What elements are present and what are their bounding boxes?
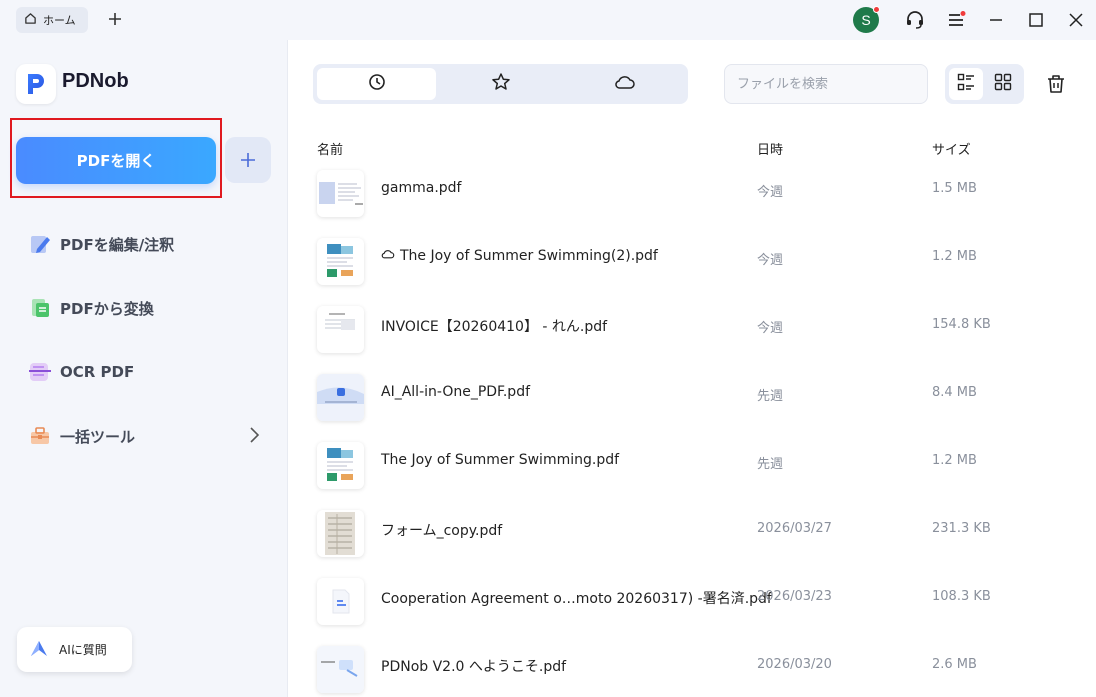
convert-pdf-icon — [28, 296, 52, 320]
file-date: 先週 — [757, 457, 784, 472]
close-icon[interactable] — [1066, 10, 1086, 30]
file-name: The Joy of Summer Swimming.pdf — [381, 452, 620, 468]
toolbox-icon — [28, 424, 52, 448]
sidebar-item-edit[interactable]: PDFを編集/注釈 — [28, 228, 268, 260]
new-tab-button[interactable] — [104, 8, 126, 30]
file-thumbnail — [317, 442, 364, 489]
file-size: 1.5 MB — [932, 181, 977, 196]
file-thumbnail — [317, 510, 364, 557]
file-row[interactable]: The Joy of Summer Swimming(2).pdf 今週 1.2… — [300, 234, 1090, 302]
column-header-date[interactable]: 日時 — [757, 139, 783, 158]
star-icon — [491, 72, 511, 96]
home-icon — [24, 12, 37, 28]
file-date: 今週 — [757, 185, 784, 200]
trash-icon[interactable] — [1044, 72, 1068, 96]
file-name: gamma.pdf — [381, 180, 462, 196]
notification-dot — [873, 6, 880, 13]
support-headset-icon[interactable] — [905, 10, 925, 30]
file-date: 先週 — [757, 389, 784, 404]
file-row[interactable]: gamma.pdf 今週 1.5 MB — [300, 166, 1090, 234]
edit-pdf-icon — [28, 232, 52, 256]
grid-view-button[interactable] — [986, 68, 1020, 100]
sidebar-item-label: OCR PDF — [60, 363, 135, 381]
home-tab-label: ホーム — [43, 14, 76, 27]
cloud-icon — [381, 248, 395, 264]
file-thumbnail — [317, 306, 364, 353]
file-source-tabs — [313, 64, 688, 104]
ask-ai-label: AIに質問 — [59, 643, 107, 657]
file-date: 今週 — [757, 321, 784, 336]
tab-recent[interactable] — [317, 68, 436, 100]
tab-cloud[interactable] — [565, 68, 684, 100]
menu-icon[interactable] — [946, 10, 966, 30]
sidebar-item-convert[interactable]: PDFから変換 — [28, 292, 268, 324]
file-name: Cooperation Agreement o…moto 20260317) -… — [381, 591, 772, 607]
file-thumbnail — [317, 238, 364, 285]
file-size: 1.2 MB — [932, 453, 977, 468]
cloud-icon — [614, 73, 636, 95]
file-size: 1.2 MB — [932, 249, 977, 264]
sidebar-item-label: PDFから変換 — [60, 299, 154, 318]
ask-ai-button[interactable]: AIに質問 — [17, 627, 132, 672]
sidebar-item-batch[interactable]: 一括ツール — [28, 420, 268, 452]
file-thumbnail — [317, 578, 364, 625]
clock-icon — [368, 73, 386, 95]
tab-starred[interactable] — [441, 68, 560, 100]
list-view-button[interactable] — [949, 68, 983, 100]
column-header-name[interactable]: 名前 — [317, 139, 343, 158]
view-toggle — [945, 64, 1024, 104]
file-row[interactable]: PDNob V2.0 へようこそ.pdf 2026/03/20 2.6 MB — [300, 642, 1090, 697]
brand-name: PDNob — [62, 70, 129, 92]
chevron-right-icon — [248, 426, 260, 448]
sidebar-item-ocr[interactable]: OCR PDF — [28, 356, 268, 388]
file-date: 2026/03/27 — [757, 521, 832, 536]
maximize-icon[interactable] — [1026, 10, 1046, 30]
search-input[interactable] — [724, 64, 928, 104]
file-size: 231.3 KB — [932, 521, 991, 536]
ocr-icon — [28, 360, 52, 384]
list-view-icon — [957, 73, 975, 95]
file-name: The Joy of Summer Swimming(2).pdf — [381, 248, 658, 264]
file-name: PDNob V2.0 へようこそ.pdf — [381, 659, 567, 675]
sidebar-item-label: 一括ツール — [60, 427, 136, 446]
pdnob-logo — [16, 64, 56, 104]
file-size: 108.3 KB — [932, 589, 991, 604]
open-pdf-button[interactable]: PDFを開く — [16, 137, 216, 184]
column-header-size[interactable]: サイズ — [932, 139, 971, 158]
file-thumbnail — [317, 646, 364, 693]
file-name: AI_All-in-One_PDF.pdf — [381, 384, 531, 400]
add-button[interactable] — [225, 137, 271, 183]
file-date: 今週 — [757, 253, 784, 268]
tab-home[interactable]: ホーム — [16, 7, 88, 33]
file-thumbnail — [317, 170, 364, 217]
minimize-icon[interactable] — [986, 10, 1006, 30]
file-date: 2026/03/20 — [757, 657, 832, 672]
title-bar: ホーム S — [0, 0, 1096, 40]
file-name: フォーム_copy.pdf — [381, 523, 503, 539]
file-size: 154.8 KB — [932, 317, 991, 332]
file-row[interactable]: AI_All-in-One_PDF.pdf 先週 8.4 MB — [300, 370, 1090, 438]
file-size: 2.6 MB — [932, 657, 977, 672]
avatar[interactable]: S — [853, 6, 880, 33]
file-row[interactable]: INVOICE【20260410】 - れん.pdf 今週 154.8 KB — [300, 302, 1090, 370]
file-row[interactable]: Cooperation Agreement o…moto 20260317) -… — [300, 574, 1090, 642]
file-thumbnail — [317, 374, 364, 421]
sidebar-item-label: PDFを編集/注釈 — [60, 235, 175, 254]
grid-view-icon — [994, 73, 1012, 95]
ai-icon — [29, 638, 49, 661]
file-row[interactable]: フォーム_copy.pdf 2026/03/27 231.3 KB — [300, 506, 1090, 574]
file-date: 2026/03/23 — [757, 589, 832, 604]
file-name: INVOICE【20260410】 - れん.pdf — [381, 319, 608, 335]
file-row[interactable]: The Joy of Summer Swimming.pdf 先週 1.2 MB — [300, 438, 1090, 506]
file-size: 8.4 MB — [932, 385, 977, 400]
